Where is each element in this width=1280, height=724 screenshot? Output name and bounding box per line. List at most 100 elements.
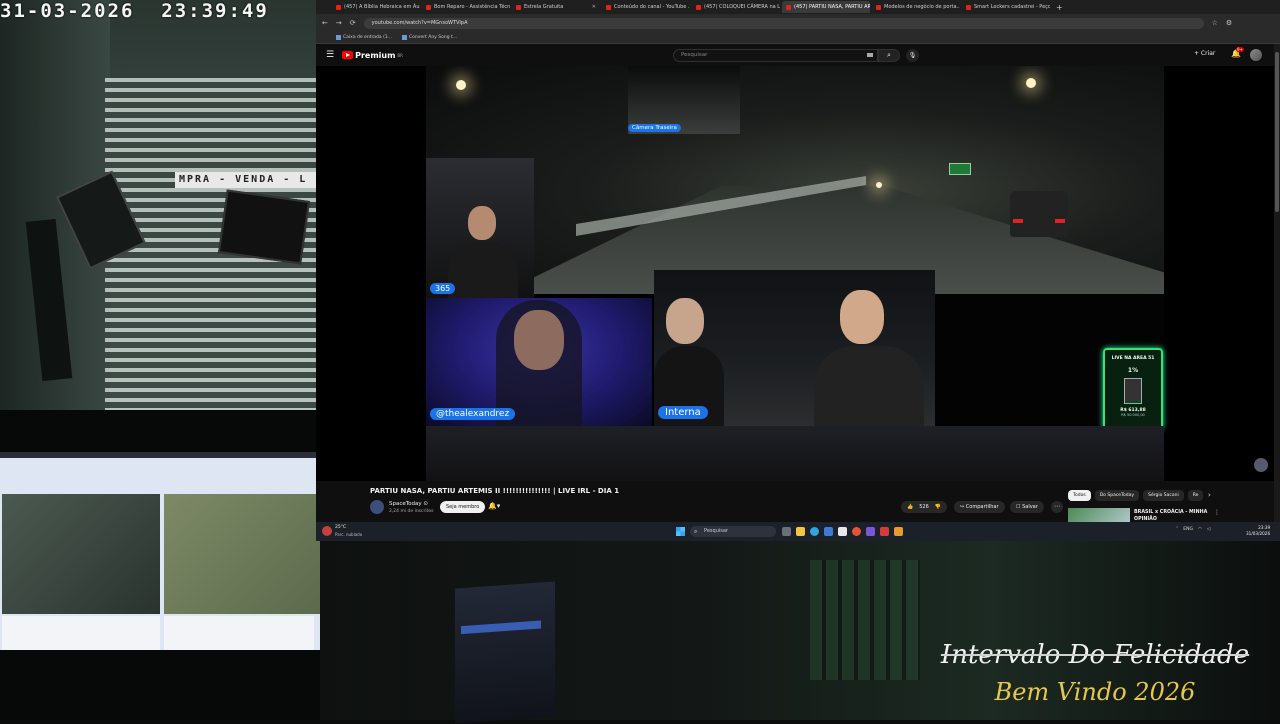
bookmark-favicon-icon	[402, 35, 407, 40]
subscriber-count: 2,24 mi de inscritos	[389, 509, 433, 514]
filter-chip[interactable]: Do SpaceToday	[1095, 490, 1139, 501]
app-icon-orange[interactable]	[894, 527, 903, 536]
voice-search-button[interactable]: 🎙	[906, 49, 919, 62]
wifi-icon[interactable]: ◠	[1198, 527, 1202, 532]
weather-icon[interactable]	[322, 526, 332, 536]
extensions-icon[interactable]: ⚙	[1226, 19, 1232, 27]
forward-icon[interactable]: →	[336, 19, 342, 27]
bookmark-item[interactable]: Caixa de entrada (1...	[336, 35, 392, 40]
live-goal-percent: 1%	[1105, 367, 1161, 374]
weather-desc: Parc. nublado	[335, 532, 362, 537]
tray-language[interactable]: ENG	[1183, 527, 1193, 532]
close-icon[interactable]: ✕	[592, 4, 596, 10]
video-player[interactable]: Câmera Traseira 365 @thealexandrez Inter…	[316, 66, 1274, 481]
edge-icon[interactable]	[810, 527, 819, 536]
background-monitor	[455, 582, 555, 724]
youtube-header: ☰ Premium BR Pesquisar ⌕ 🎙 + Criar 🔔 9+	[316, 44, 1280, 66]
keyboard-icon[interactable]	[867, 53, 873, 57]
save-button[interactable]: ☐ Salvar	[1010, 501, 1044, 513]
browser-tab[interactable]: (457) PARTIU NASA, PARTIU AR...✕	[782, 1, 870, 13]
filter-chip[interactable]: Sérgio Sacani	[1143, 490, 1184, 501]
video-title: PARTIU NASA, PARTIU ARTEMIS II !!!!!!!!!…	[370, 487, 619, 495]
bookmark-item[interactable]: Convert Any Song t...	[402, 35, 457, 40]
monitor-feed-left	[2, 616, 160, 650]
browser-tab[interactable]: (457) COLOQUEI CÂMERA na L...✕	[692, 1, 780, 13]
person-head	[468, 206, 496, 240]
live-goal-widget: LIVE NA AREA 51 1% R$ 613,88 R$ 50.000,0…	[1103, 348, 1163, 430]
browser-tab[interactable]: Smart Lockers cadastrei - Peço...✕	[962, 1, 1050, 13]
share-button[interactable]: ↪ Compartilhar	[954, 501, 1005, 513]
monitor-feed-right	[164, 616, 314, 650]
start-button[interactable]	[676, 527, 685, 536]
file-explorer-icon[interactable]	[796, 527, 805, 536]
channel-name[interactable]: SpaceToday ⊙	[389, 501, 428, 507]
live-goal-meter	[1124, 378, 1142, 404]
browser-tab[interactable]: Modelos de negócio de porta...✕	[872, 1, 960, 13]
camera-timestamp: 31-03-2026 23:39:49	[0, 0, 269, 22]
page-scrollbar[interactable]	[1274, 44, 1280, 522]
browser-tab[interactable]: Estrela Gratuita✕	[512, 1, 600, 13]
camera-thealexandrez-label: @thealexandrez	[430, 408, 515, 420]
filter-chip[interactable]: Todos	[1068, 490, 1091, 501]
bookmark-star-icon[interactable]: ☆	[1212, 19, 1218, 27]
more-actions-button[interactable]: ⋯	[1051, 501, 1063, 513]
camera-interna-label: Interna	[658, 406, 708, 419]
url-field[interactable]: youtube.com/watch?v=MGnsoWTVIpA	[364, 18, 1204, 29]
search-input[interactable]: Pesquisar	[673, 49, 878, 62]
live-goal-title: LIVE NA AREA 51	[1105, 356, 1161, 361]
mic-icon: 🎙	[909, 52, 917, 59]
car-ahead	[1010, 191, 1068, 237]
store-icon[interactable]	[838, 527, 847, 536]
tab-title: Modelos de negócio de porta...	[884, 4, 960, 10]
back-icon[interactable]: ←	[322, 19, 328, 27]
browser-tab[interactable]: Conteúdo do canal - YouTube ...✕	[602, 1, 690, 13]
like-button[interactable]: 👍 526 👎	[901, 501, 947, 513]
camera-interna	[654, 270, 935, 426]
channel-avatar[interactable]	[370, 500, 384, 514]
task-view-icon[interactable]	[782, 527, 791, 536]
scrollbar-thumb[interactable]	[1275, 52, 1279, 212]
chip-next-icon[interactable]: ›	[1208, 491, 1211, 499]
app-icon-blue[interactable]	[824, 527, 833, 536]
menu-icon[interactable]: ☰	[326, 50, 334, 60]
tray-chevron-icon[interactable]: ˄	[1176, 527, 1178, 532]
new-tab-button[interactable]: +	[1056, 3, 1063, 12]
save-label: Salvar	[1022, 504, 1038, 510]
monitor-pane-right	[164, 494, 320, 614]
tab-favicon-icon	[876, 5, 881, 10]
search-button[interactable]: ⌕	[878, 49, 900, 62]
browser-tab[interactable]: (457) A Bíblia Hebraica em Áu...✕	[332, 1, 420, 13]
youtube-logo[interactable]: Premium BR	[342, 51, 403, 60]
tab-favicon-icon	[786, 5, 791, 10]
browser-window: (457) A Bíblia Hebraica em Áu...✕Bom Rep…	[316, 0, 1280, 541]
volume-icon[interactable]: ◁	[1207, 527, 1210, 532]
taskbar-search[interactable]: Pesquisar	[690, 526, 776, 537]
share-label: Compartilhar	[966, 504, 999, 510]
recommendation-title[interactable]: BRASIL x CROÁCIA - MINHA OPINIÃO	[1134, 509, 1214, 523]
discord-icon[interactable]	[866, 527, 875, 536]
create-button[interactable]: + Criar	[1194, 50, 1215, 57]
thumbs-down-icon[interactable]: 👎	[935, 501, 941, 513]
driver-body	[814, 346, 924, 426]
person-body	[448, 242, 518, 298]
recommendation-more-icon[interactable]: ⋮	[1214, 509, 1220, 516]
join-button[interactable]: Seja membro	[440, 501, 485, 513]
search-icon: ⌕	[887, 51, 891, 59]
driver-head	[840, 290, 884, 344]
chrome-icon[interactable]	[852, 527, 861, 536]
subscription-bell-icon[interactable]: 🔔▾	[488, 502, 500, 510]
dashcam-view	[426, 66, 1164, 294]
bookmark-label: Caixa de entrada (1...	[343, 35, 392, 40]
obs-icon[interactable]	[880, 527, 889, 536]
verified-icon: ⊙	[423, 501, 428, 507]
highway-sign	[949, 163, 971, 175]
tab-bar: (457) A Bíblia Hebraica em Áu...✕Bom Rep…	[316, 0, 1280, 14]
account-avatar[interactable]	[1250, 49, 1262, 61]
browser-tab[interactable]: Bom Reparo - Assistência Técn...✕	[422, 1, 510, 13]
reload-icon[interactable]: ⟳	[350, 19, 356, 27]
filter-chip[interactable]: Re	[1188, 490, 1204, 501]
tab-title: Smart Lockers cadastrei - Peço...	[974, 4, 1050, 10]
system-tray[interactable]: ˄ ENG ◠ ◁	[1176, 527, 1210, 532]
taskbar-clock[interactable]: 23:39 31/03/2026	[1246, 525, 1270, 537]
tab-favicon-icon	[336, 5, 341, 10]
